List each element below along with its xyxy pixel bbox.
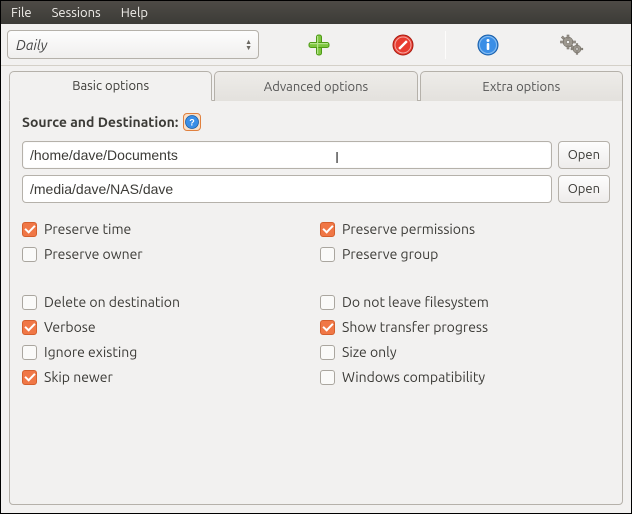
app-window: File Sessions Help Daily ▲▼ <box>0 0 632 514</box>
menu-sessions[interactable]: Sessions <box>42 3 111 23</box>
add-button[interactable] <box>277 29 361 61</box>
options-grid: Preserve time Preserve permissions Prese… <box>22 221 610 385</box>
options-spacer <box>22 271 610 285</box>
destination-path-input[interactable] <box>22 175 552 203</box>
checkbox-preserve-owner[interactable]: Preserve owner <box>22 246 312 262</box>
tab-extra[interactable]: Extra options <box>420 71 623 101</box>
tabs: Basic options Advanced options Extra opt… <box>9 70 623 100</box>
session-combobox[interactable]: Daily ▲▼ <box>7 30 259 59</box>
stop-icon <box>392 34 414 56</box>
tab-basic[interactable]: Basic options <box>9 71 212 101</box>
plus-icon <box>308 34 330 56</box>
info-button[interactable] <box>446 29 530 61</box>
checkbox-show-transfer-progress[interactable]: Show transfer progress <box>320 319 610 335</box>
menubar: File Sessions Help <box>1 1 631 24</box>
toolbar: Daily ▲▼ <box>1 24 631 66</box>
source-destination-header: Source and Destination: ? <box>22 113 610 131</box>
checkbox-size-only[interactable]: Size only <box>320 344 610 360</box>
destination-row: Open <box>22 175 610 203</box>
source-open-button[interactable]: Open <box>558 141 610 169</box>
session-combobox-label: Daily <box>16 37 47 53</box>
checkbox-verbose[interactable]: Verbose <box>22 319 312 335</box>
checkbox-preserve-time[interactable]: Preserve time <box>22 221 312 237</box>
checkbox-preserve-permissions[interactable]: Preserve permissions <box>320 221 610 237</box>
checkbox-skip-newer[interactable]: Skip newer <box>22 369 312 385</box>
checkbox-do-not-leave-filesystem[interactable]: Do not leave filesystem <box>320 294 610 310</box>
tab-advanced[interactable]: Advanced options <box>214 71 417 101</box>
info-icon <box>477 34 499 56</box>
source-row: I Open <box>22 141 610 169</box>
source-path-input[interactable] <box>22 141 552 169</box>
svg-text:?: ? <box>190 117 196 127</box>
settings-button[interactable] <box>530 29 614 61</box>
menu-file[interactable]: File <box>1 3 42 23</box>
checkbox-ignore-existing[interactable]: Ignore existing <box>22 344 312 360</box>
help-icon[interactable]: ? <box>183 113 201 131</box>
destination-open-button[interactable]: Open <box>558 175 610 203</box>
checkbox-windows-compatibility[interactable]: Windows compatibility <box>320 369 610 385</box>
toolbar-icons <box>277 29 614 61</box>
menu-help[interactable]: Help <box>111 3 158 23</box>
source-destination-label: Source and Destination: <box>22 114 178 130</box>
combo-arrows-icon: ▲▼ <box>245 39 252 51</box>
gears-icon <box>559 34 585 56</box>
checkbox-preserve-group[interactable]: Preserve group <box>320 246 610 262</box>
remove-button[interactable] <box>361 29 445 61</box>
checkbox-delete-on-destination[interactable]: Delete on destination <box>22 294 312 310</box>
notebook: Basic options Advanced options Extra opt… <box>9 70 623 505</box>
tab-page-basic: Source and Destination: ? I Open Open <box>9 100 623 505</box>
